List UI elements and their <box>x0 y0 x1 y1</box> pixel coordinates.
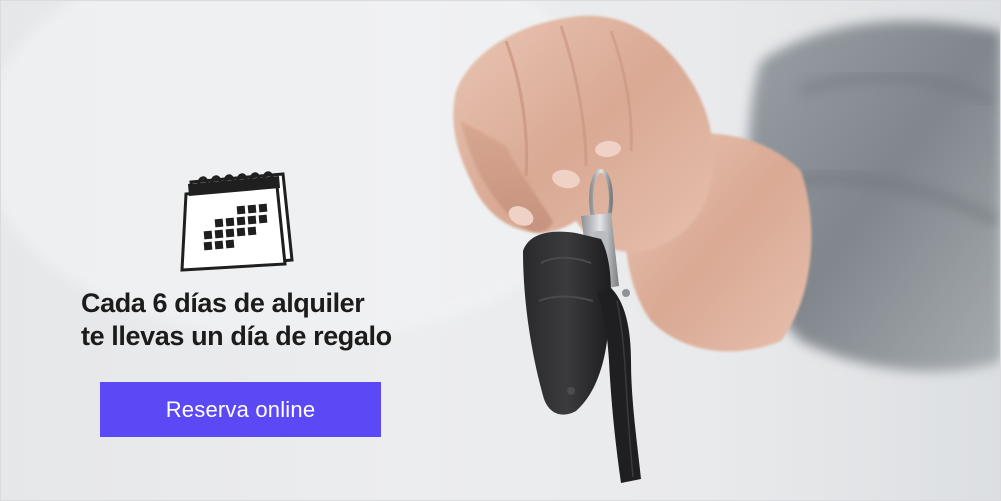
calendar-icon <box>180 171 294 272</box>
headline-line-2: te llevas un día de regalo <box>81 321 392 351</box>
promo-banner: Cada 6 días de alquiler te llevas un día… <box>0 0 1001 501</box>
promo-headline: Cada 6 días de alquiler te llevas un día… <box>81 287 501 353</box>
banner-content: Cada 6 días de alquiler te llevas un día… <box>1 1 1000 500</box>
headline-line-1: Cada 6 días de alquiler <box>81 288 365 318</box>
book-online-button[interactable]: Reserva online <box>100 382 381 437</box>
